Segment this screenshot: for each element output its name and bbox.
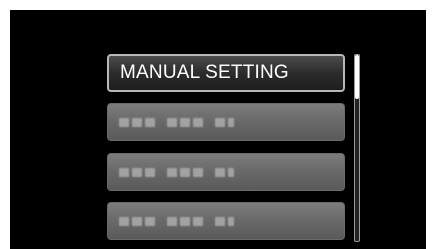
menu-scrollbar[interactable] [354, 54, 360, 242]
blurred-label-placeholder [119, 167, 234, 177]
blurred-label-placeholder [119, 117, 234, 127]
menu-item-2[interactable] [107, 103, 345, 141]
menu-item-3[interactable] [107, 153, 345, 191]
blurred-label-placeholder [119, 216, 234, 226]
scrollbar-thumb[interactable] [355, 55, 359, 99]
menu-item-manual-setting[interactable]: MANUAL SETTING [107, 54, 345, 92]
menu-item-4[interactable] [107, 202, 345, 240]
camera-menu-screen: MANUAL SETTING [10, 10, 426, 249]
menu-item-label: MANUAL SETTING [120, 62, 289, 83]
